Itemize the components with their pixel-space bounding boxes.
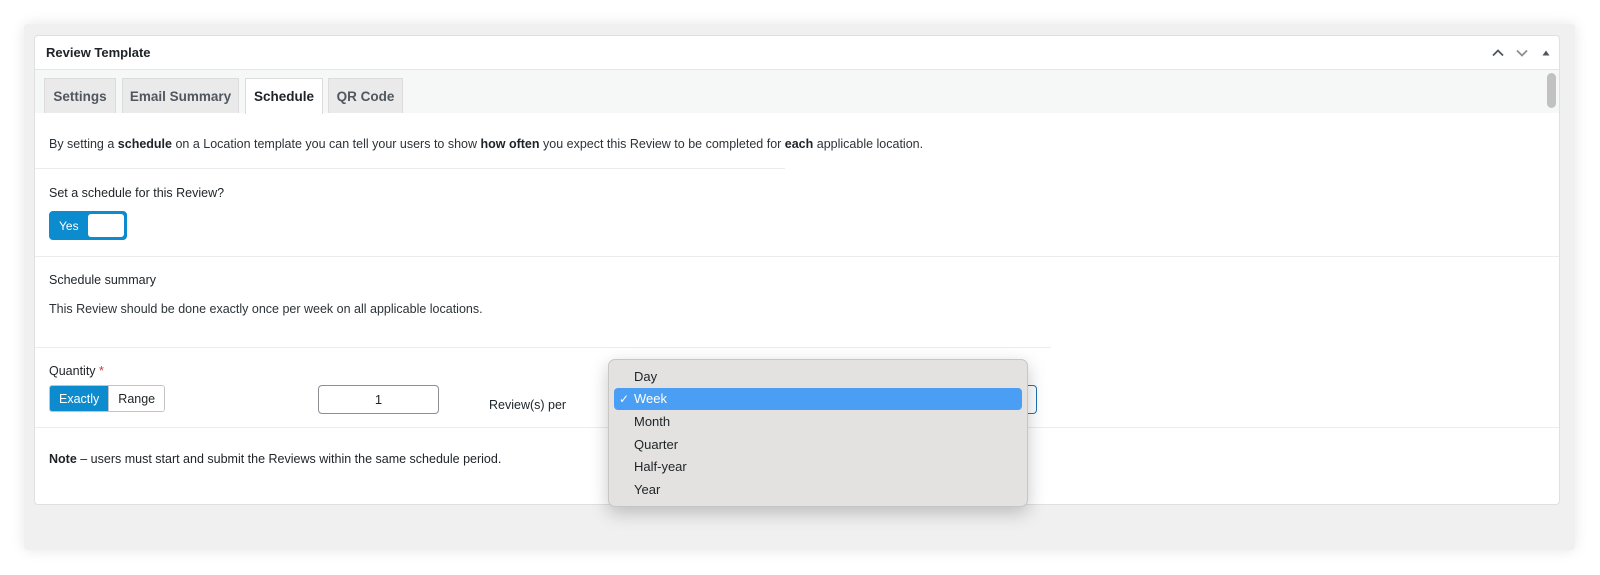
tabs-bar: Settings Email Summary Schedule QR Code (35, 70, 1559, 114)
tab-qr-code[interactable]: QR Code (328, 78, 403, 113)
schedule-question-label: Set a schedule for this Review? (49, 186, 225, 200)
schedule-summary-text: This Review should be done exactly once … (49, 302, 483, 316)
divider (35, 256, 1559, 257)
schedule-intro: By setting a schedule on a Location temp… (49, 137, 924, 151)
chevron-down-icon[interactable] (1513, 44, 1531, 62)
option-month[interactable]: Month (614, 410, 1022, 433)
triangle-up-icon[interactable] (1537, 44, 1555, 62)
quantity-label: Quantity * (49, 364, 104, 378)
scrollbar[interactable] (1547, 73, 1556, 108)
tab-schedule[interactable]: Schedule (245, 78, 323, 114)
divider (35, 168, 785, 169)
schedule-toggle[interactable]: Yes (49, 211, 127, 240)
note-text: Note – users must start and submit the R… (49, 452, 502, 466)
option-week[interactable]: ✓ Week (614, 387, 1022, 411)
chevron-up-icon[interactable] (1489, 44, 1507, 62)
panel-header: Review Template (35, 36, 1559, 70)
option-half-year[interactable]: Half-year (614, 455, 1022, 478)
quantity-input[interactable] (318, 385, 439, 414)
tab-settings[interactable]: Settings (44, 78, 116, 113)
schedule-summary-heading: Schedule summary (49, 273, 156, 287)
toggle-knob (88, 214, 124, 237)
quantity-mode-switch: Exactly Range (49, 385, 166, 412)
reviews-per-label: Review(s) per (489, 398, 567, 412)
checkmark-icon: ✓ (619, 391, 630, 406)
exactly-button[interactable]: Exactly (50, 386, 109, 411)
period-dropdown-menu: Day ✓ Week Month Quarter Half-year Year (608, 359, 1028, 507)
required-marker: * (99, 364, 104, 378)
option-quarter[interactable]: Quarter (614, 433, 1022, 456)
tab-email-summary[interactable]: Email Summary (122, 78, 239, 113)
toggle-label: Yes (59, 219, 79, 233)
option-day[interactable]: Day (614, 365, 1022, 388)
range-button[interactable]: Range (108, 386, 165, 411)
option-year[interactable]: Year (614, 478, 1022, 501)
panel-title: Review Template (46, 45, 151, 60)
divider (35, 347, 1051, 348)
